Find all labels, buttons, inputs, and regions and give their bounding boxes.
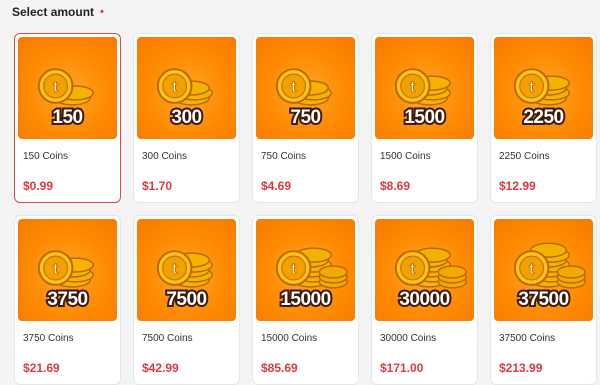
coin-package-card[interactable]: t 750 750 Coins $4.69 xyxy=(252,33,359,203)
svg-text:t: t xyxy=(53,261,59,278)
coin-package-image: t 750 xyxy=(256,37,355,139)
coin-package-image: t 37500 xyxy=(494,219,593,321)
coin-package-card[interactable]: t 2250 2250 Coins $12.99 xyxy=(490,33,597,203)
coin-package-price: $213.99 xyxy=(499,361,543,375)
svg-text:t: t xyxy=(529,261,535,278)
coin-amount-label: 7500 xyxy=(164,287,209,312)
coin-package-name: 300 Coins xyxy=(142,151,188,162)
coin-package-price: $1.70 xyxy=(142,179,173,193)
coin-package-card[interactable]: t 37500 37500 Coins $213.99 xyxy=(490,215,597,385)
coin-package-image: t 30000 xyxy=(375,219,474,321)
coin-amount-label: 2250 xyxy=(521,105,566,130)
svg-text:t: t xyxy=(291,79,297,96)
svg-text:t: t xyxy=(529,79,535,96)
coin-package-card[interactable]: t 1500 1500 Coins $8.69 xyxy=(371,33,478,203)
coin-package-image: t 1500 xyxy=(375,37,474,139)
coin-amount-label: 150 xyxy=(50,105,85,130)
coin-package-name: 37500 Coins xyxy=(499,333,556,344)
coin-package-price: $4.69 xyxy=(261,179,292,193)
coin-package-price: $0.99 xyxy=(23,179,54,193)
coin-amount-label: 300 xyxy=(169,105,204,130)
coin-package-image: t 300 xyxy=(137,37,236,139)
svg-text:t: t xyxy=(172,79,178,96)
coin-package-name: 1500 Coins xyxy=(380,151,431,162)
svg-text:t: t xyxy=(410,261,416,278)
coin-package-name: 15000 Coins xyxy=(261,333,318,344)
coin-package-card[interactable]: t 7500 7500 Coins $42.99 xyxy=(133,215,240,385)
required-mark: • xyxy=(100,6,104,18)
coin-package-price: $8.69 xyxy=(380,179,411,193)
coin-amount-label: 1500 xyxy=(402,105,447,130)
svg-text:t: t xyxy=(172,261,178,278)
coin-package-price: $42.99 xyxy=(142,361,179,375)
coin-package-name: 7500 Coins xyxy=(142,333,193,344)
coin-package-name: 750 Coins xyxy=(261,151,307,162)
coin-amount-label: 3750 xyxy=(45,287,90,312)
coin-package-name: 30000 Coins xyxy=(380,333,437,344)
coin-package-price: $85.69 xyxy=(261,361,298,375)
coin-package-price: $171.00 xyxy=(380,361,424,375)
coin-package-price: $12.99 xyxy=(499,179,536,193)
select-amount-label: Select amount xyxy=(12,5,95,19)
coin-package-image: t 15000 xyxy=(256,219,355,321)
coin-package-image: t 150 xyxy=(18,37,117,139)
coin-amount-label: 750 xyxy=(288,105,323,130)
coin-package-name: 2250 Coins xyxy=(499,151,550,162)
coin-package-card[interactable]: t 30000 30000 Coins $171.00 xyxy=(371,215,478,385)
coin-amount-label: 37500 xyxy=(516,287,571,312)
coin-package-card[interactable]: t 3750 3750 Coins $21.69 xyxy=(14,215,121,385)
coin-package-image: t 3750 xyxy=(18,219,117,321)
coin-package-card[interactable]: t 300 300 Coins $1.70 xyxy=(133,33,240,203)
coin-package-name: 150 Coins xyxy=(23,151,69,162)
coin-package-image: t 2250 xyxy=(494,37,593,139)
coin-package-price: $21.69 xyxy=(23,361,60,375)
coin-package-card[interactable]: t 15000 15000 Coins $85.69 xyxy=(252,215,359,385)
coin-package-image: t 7500 xyxy=(137,219,236,321)
svg-text:t: t xyxy=(410,79,416,96)
coin-package-card[interactable]: t 150 150 Coins $0.99 xyxy=(14,33,121,203)
coin-package-name: 3750 Coins xyxy=(23,333,74,344)
select-amount-header: Select amount • xyxy=(12,5,104,19)
coin-package-grid: t 150 150 Coins $0.99 t 300 300 Coins $1.70 t 750… xyxy=(14,33,597,385)
svg-text:t: t xyxy=(53,79,59,96)
coin-amount-label: 15000 xyxy=(278,287,333,312)
coin-amount-label: 30000 xyxy=(397,287,452,312)
svg-text:t: t xyxy=(291,261,297,278)
